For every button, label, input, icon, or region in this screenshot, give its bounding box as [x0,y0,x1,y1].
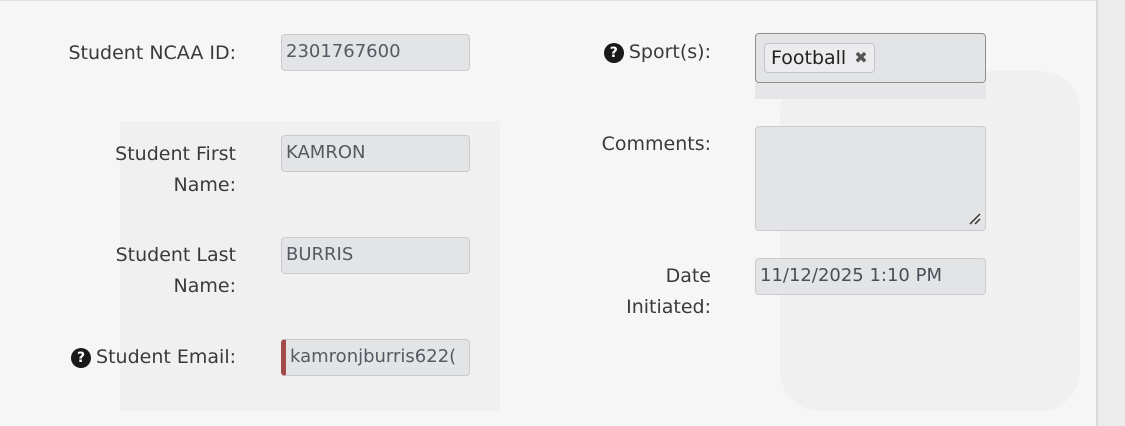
ncaa-id-label-text: Student NCAA ID: [68,42,236,64]
email-field[interactable]: kamronjburris622( [281,339,470,376]
last-name-field[interactable]: BURRIS [281,237,470,274]
background-decoration [780,71,1080,411]
resize-grip-icon[interactable] [969,213,981,225]
first-name-field[interactable]: KAMRON [281,135,470,172]
remove-tag-icon[interactable]: ✖ [854,44,867,72]
email-label-text: Student Email: [96,346,236,368]
first-name-label-text: Student First Name: [115,143,236,196]
email-label: ? Student Email: [60,342,236,373]
comments-label-text: Comments: [601,133,711,155]
ncaa-id-field[interactable]: 2301767600 [281,34,470,71]
sports-select[interactable]: Football ✖ [755,33,986,83]
ncaa-id-label: Student NCAA ID: [60,38,236,69]
sport-tag: Football ✖ [764,43,875,73]
last-name-label-text: Student Last Name: [115,244,236,297]
sports-label-text: Sport(s): [628,41,711,63]
first-name-label: Student First Name: [60,139,236,201]
help-icon[interactable]: ? [603,43,624,63]
sports-label: ? Sport(s): [560,37,711,68]
date-initiated-label: Date Initiated: [600,261,711,323]
sport-tag-label: Football [771,47,847,69]
date-initiated-field[interactable]: 11/12/2025 1:10 PM [755,258,986,295]
comments-label: Comments: [560,129,711,160]
last-name-label: Student Last Name: [60,240,236,302]
date-initiated-label-text: Date Initiated: [626,265,711,318]
comments-textarea[interactable] [755,126,986,231]
help-icon[interactable]: ? [71,348,92,368]
sports-select-dropdown-edge [755,83,986,99]
